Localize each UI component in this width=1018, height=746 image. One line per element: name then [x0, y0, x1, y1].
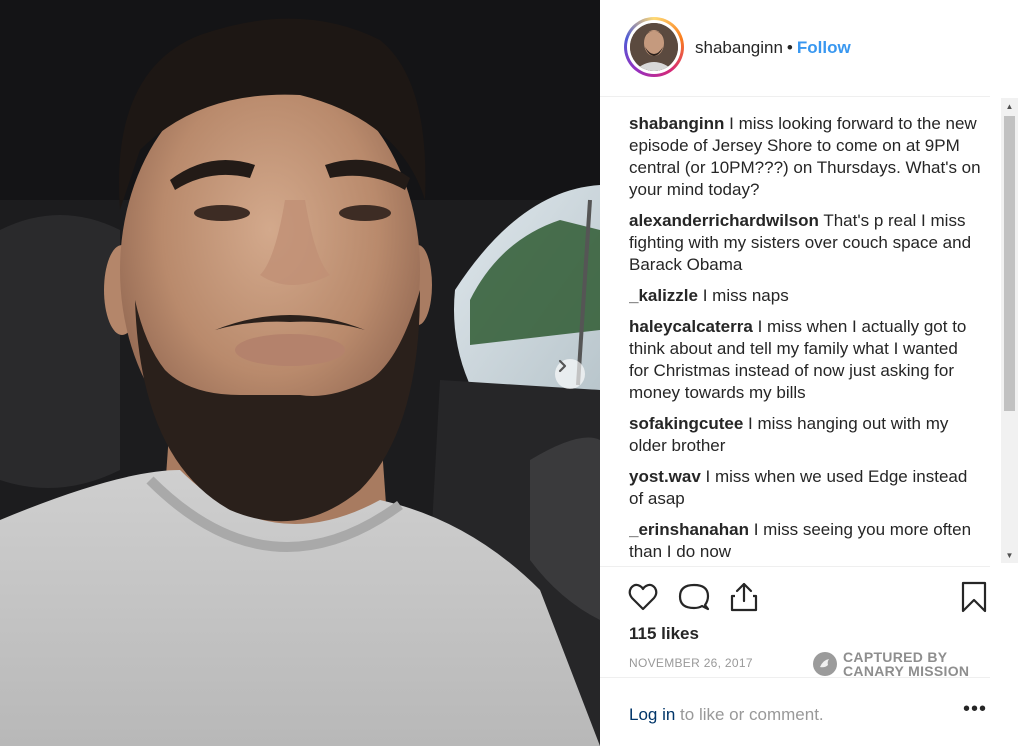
login-rest-text: to like or comment.: [675, 705, 824, 724]
comment-username[interactable]: yost.wav: [629, 467, 701, 486]
comment-button[interactable]: [678, 581, 710, 613]
watermark-line-1: CAPTURED BY: [843, 649, 948, 665]
login-prompt: Log in to like or comment.: [629, 705, 824, 725]
post-header: shabanginn • Follow: [600, 0, 990, 97]
login-link[interactable]: Log in: [629, 705, 675, 724]
comment-text: I miss naps: [702, 286, 789, 305]
avatar[interactable]: [624, 17, 684, 77]
comment-username[interactable]: sofakingcutee: [629, 414, 743, 433]
comment-username[interactable]: _kalizzle: [629, 286, 698, 305]
list-item: alexanderrichardwilson That's p real I m…: [629, 210, 981, 276]
comment-username[interactable]: alexanderrichardwilson: [629, 211, 819, 230]
header-separator: •: [786, 38, 793, 57]
like-button[interactable]: [627, 581, 659, 613]
comment-username[interactable]: _erinshanahan: [629, 520, 749, 539]
avatar-image: [630, 23, 678, 71]
canary-logo-icon: [813, 652, 837, 676]
like-count[interactable]: 115 likes: [629, 624, 699, 644]
caption: shabanginn I miss looking forward to the…: [629, 113, 981, 201]
header-username[interactable]: shabanginn: [695, 38, 783, 57]
more-options-icon[interactable]: •••: [963, 699, 987, 719]
next-photo-button[interactable]: [555, 359, 585, 389]
list-item: yost.wav I miss when we used Edge instea…: [629, 466, 981, 510]
bookmark-icon: [961, 581, 987, 613]
share-button[interactable]: [728, 581, 760, 613]
chevron-right-icon: [558, 359, 567, 373]
save-button[interactable]: [958, 581, 990, 613]
selfie-image: [0, 0, 600, 746]
comments-scrollbar[interactable]: ▲ ▼: [1001, 98, 1018, 563]
post-date[interactable]: NOVEMBER 26, 2017: [629, 656, 753, 670]
comments-list: shabanginn I miss looking forward to the…: [629, 113, 981, 563]
list-item: _kalizzle I miss naps: [629, 285, 981, 307]
scrollbar-thumb[interactable]: [1004, 116, 1015, 411]
list-item: sofakingcutee I miss hanging out with my…: [629, 413, 981, 457]
comment-icon: [678, 583, 710, 611]
login-bar: Log in to like or comment. •••: [600, 677, 990, 746]
follow-button[interactable]: Follow: [797, 38, 851, 57]
comment-username[interactable]: shabanginn: [629, 114, 724, 133]
canary-mission-watermark: CAPTURED BY CANARY MISSION: [813, 650, 969, 678]
comment-username[interactable]: haleycalcaterra: [629, 317, 753, 336]
scroll-up-arrow-icon[interactable]: ▲: [1001, 98, 1018, 114]
list-item: haleycalcaterra I miss when I actually g…: [629, 316, 981, 404]
heart-icon: [628, 583, 658, 611]
post-photo: [0, 0, 600, 746]
post-panel: shabanginn • Follow shabanginn I miss look…: [600, 0, 1018, 746]
watermark-line-2: CANARY MISSION: [843, 663, 970, 679]
scroll-down-arrow-icon[interactable]: ▼: [1001, 547, 1018, 563]
share-icon: [730, 582, 758, 612]
list-item: _erinshanahan I miss seeing you more oft…: [629, 519, 981, 563]
